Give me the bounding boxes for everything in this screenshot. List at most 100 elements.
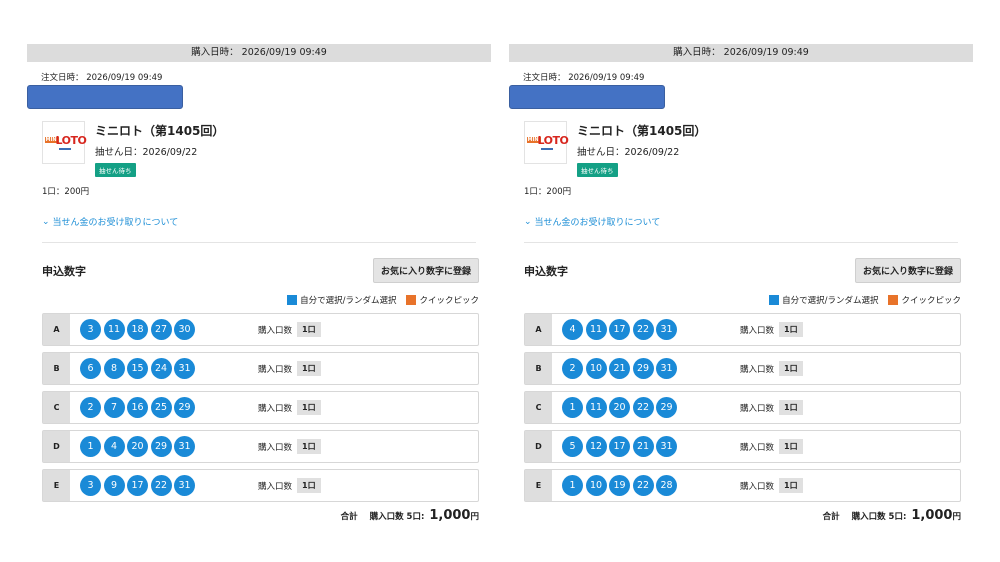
self-select-swatch [769, 295, 780, 305]
total-yen: 円 [470, 512, 479, 522]
row-label: C [43, 392, 70, 423]
qty-badge: 1口 [779, 478, 803, 493]
number-row: B 6 8 15 24 31 購入口数 1口 [42, 352, 479, 385]
logo-loto-text: LOTO [55, 133, 87, 147]
number-ball: 2 [80, 397, 101, 418]
miniloto-logo: MINI LOTO [42, 121, 87, 164]
save-favorite-button[interactable]: お気に入り数字に登録 [372, 258, 479, 283]
number-row: D 1 4 20 29 31 購入口数 1口 [42, 430, 479, 463]
number-ball: 31 [656, 436, 677, 457]
number-ball: 25 [150, 397, 172, 418]
product-title: ミニロト（第1405回） [95, 124, 225, 138]
qty-badge: 1口 [297, 439, 321, 454]
number-ball: 31 [656, 319, 677, 340]
row-label: C [525, 392, 552, 423]
row-label: B [525, 353, 552, 384]
prize-info-link[interactable]: ⌄ 当せん金のお受け取りについて [42, 215, 491, 229]
number-ball: 29 [656, 397, 677, 418]
number-ball: 22 [632, 475, 654, 496]
number-ball: 8 [103, 358, 125, 379]
number-ball: 31 [174, 475, 195, 496]
number-ball: 3 [80, 475, 101, 496]
qty-label: 購入口数 [740, 364, 775, 375]
number-ball: 31 [174, 358, 195, 379]
legend-quick-label: クイックピック [901, 296, 961, 306]
number-ball: 18 [127, 319, 148, 340]
total-amount: 1,000 [911, 508, 953, 523]
number-ball: 11 [585, 397, 607, 418]
prize-info-link-label: 当せん金のお受け取りについて [534, 218, 661, 228]
status-badge: 抽せん待ち [577, 163, 618, 177]
qty-badge: 1口 [297, 361, 321, 376]
number-ball: 7 [103, 397, 125, 418]
number-ball: 3 [80, 319, 101, 340]
draw-date: 抽せん日：2026/09/22 [577, 147, 680, 158]
row-label: D [43, 431, 70, 462]
total-qty: 購入口数 5口: [851, 512, 907, 522]
prize-info-link-label: 当せん金のお受け取りについて [52, 218, 179, 228]
total-amount: 1,000 [429, 508, 471, 523]
number-row: A 4 11 17 22 31 購入口数 1口 [524, 313, 961, 346]
row-label: B [43, 353, 70, 384]
number-ball: 5 [562, 436, 583, 457]
row-label: A [525, 314, 552, 345]
number-ball: 12 [585, 436, 607, 457]
number-ball: 16 [127, 397, 148, 418]
miniloto-logo: MINI LOTO [524, 121, 569, 164]
number-ball: 29 [150, 436, 172, 457]
number-ball: 31 [174, 436, 195, 457]
order-datetime: 注文日時： 2026/09/19 09:49 [523, 73, 645, 83]
number-ball: 20 [609, 397, 630, 418]
qty-badge: 1口 [297, 478, 321, 493]
number-ball: 22 [632, 319, 654, 340]
number-ball: 28 [656, 475, 677, 496]
row-label: D [525, 431, 552, 462]
qty-badge: 1口 [297, 400, 321, 415]
status-badge: 抽せん待ち [95, 163, 136, 177]
number-ball: 22 [150, 475, 172, 496]
number-row: E 1 10 19 22 28 購入口数 1口 [524, 469, 961, 502]
qty-label: 購入口数 [258, 481, 293, 492]
qty-badge: 1口 [779, 322, 803, 337]
number-ball: 17 [609, 319, 630, 340]
row-label: E [525, 470, 552, 501]
row-label: A [43, 314, 70, 345]
number-rows: A 3 11 18 27 30 購入口数 1口 B 6 8 15 24 31 購… [42, 313, 479, 502]
total-label: 合計 [340, 512, 358, 522]
qty-label: 購入口数 [740, 481, 775, 492]
product-title: ミニロト（第1405回） [577, 124, 707, 138]
number-ball: 24 [150, 358, 172, 379]
save-favorite-button[interactable]: お気に入り数字に登録 [854, 258, 961, 283]
total-summary: 合計 購入口数 5口: 1,000 円 [27, 508, 479, 523]
qty-label: 購入口数 [740, 403, 775, 414]
qty-badge: 1口 [297, 322, 321, 337]
qty-label: 購入口数 [258, 325, 293, 336]
qty-badge: 1口 [779, 439, 803, 454]
number-ball: 1 [562, 475, 583, 496]
unit-price: 1口：200円 [42, 187, 90, 197]
number-ball: 4 [103, 436, 125, 457]
number-ball: 10 [585, 358, 607, 379]
total-qty: 購入口数 5口: [369, 512, 425, 522]
section-title: 申込数字 [42, 264, 86, 278]
purchase-datetime-bar: 購入日時： 2026/09/19 09:49 [509, 44, 973, 62]
number-row: B 2 10 21 29 31 購入口数 1口 [524, 352, 961, 385]
total-summary: 合計 購入口数 5口: 1,000 円 [509, 508, 961, 523]
quick-pick-swatch [888, 295, 899, 305]
divider [524, 242, 958, 243]
purchase-panel-left: 購入日時： 2026/09/19 09:49 注文日時： 2026/09/19 … [27, 44, 491, 523]
qty-badge: 1口 [779, 400, 803, 415]
number-row: C 1 11 20 22 29 購入口数 1口 [524, 391, 961, 424]
number-ball: 10 [585, 475, 607, 496]
number-ball: 15 [127, 358, 148, 379]
prize-info-link[interactable]: ⌄ 当せん金のお受け取りについて [524, 215, 973, 229]
number-ball: 22 [632, 397, 654, 418]
legend: 自分で選択/ランダム選択 クイックピック [27, 294, 479, 306]
number-ball: 21 [632, 436, 654, 457]
logo-loto-text: LOTO [537, 133, 569, 147]
number-row: E 3 9 17 22 31 購入口数 1口 [42, 469, 479, 502]
qty-label: 購入口数 [740, 442, 775, 453]
chevron-down-icon: ⌄ [42, 216, 50, 227]
purchase-panel-right: 購入日時： 2026/09/19 09:49 注文日時： 2026/09/19 … [509, 44, 973, 523]
number-ball: 4 [562, 319, 583, 340]
